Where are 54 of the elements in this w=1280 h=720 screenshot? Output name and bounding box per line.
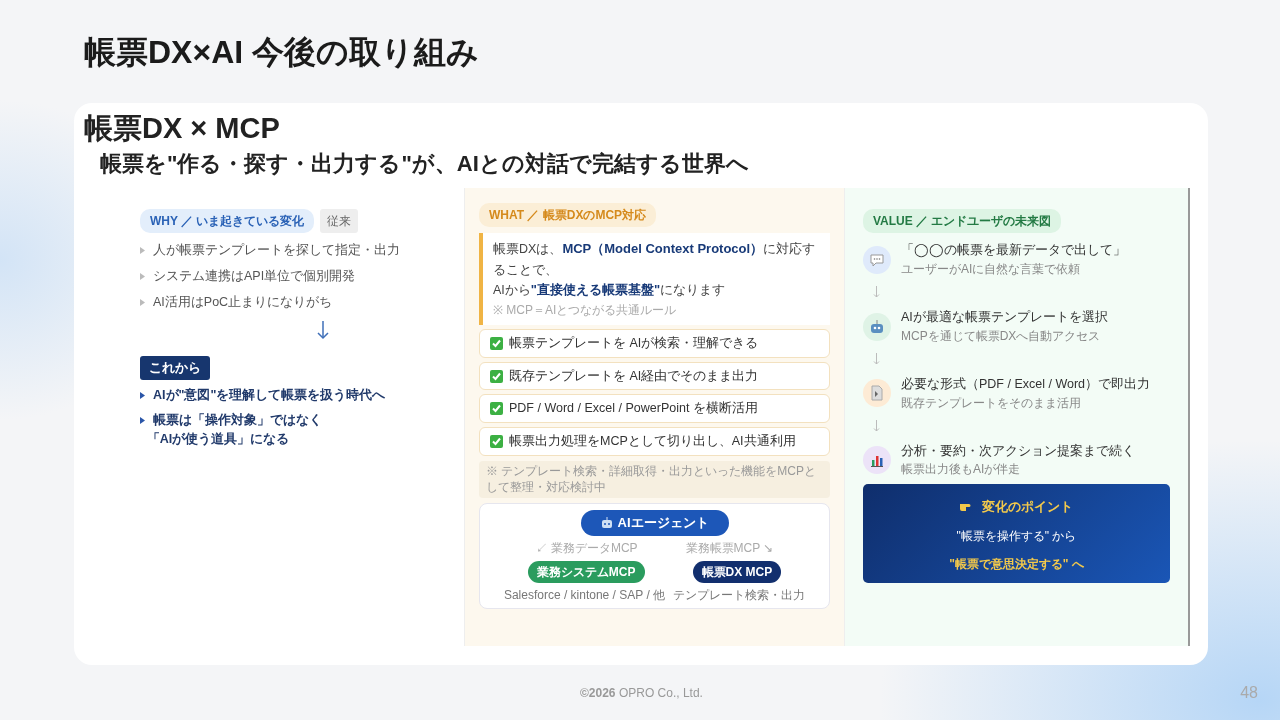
check-text: 帳票出力処理をMCPとして切り出し、AI共通利用 (509, 433, 796, 451)
point-text: "帳票で意思決定する" へ (948, 556, 1085, 574)
step-caption: 帳票出力後もAIが伴走 (901, 461, 1022, 479)
footnote: ※ テンプレート検索・詳細取得・出力といった機能をMCPとして整理・対応検討中 (479, 461, 830, 499)
connector-label: ↙ 業務データMCP (535, 539, 638, 557)
note-text: ※ MCP＝AIとつながる共通ルール (493, 302, 678, 319)
check-text: PDF / Word / Excel / PowerPoint を横断活用 (509, 400, 758, 418)
card-subheading: 帳票を"作る・探す・出力する"が、AIとの対話で完結する世界へ (99, 149, 750, 178)
point-title: 変化のポイント (982, 497, 1073, 516)
step-title: AIが最適な帳票テンプレートを選択 (901, 309, 1108, 327)
point-text: "帳票を操作する" から (955, 528, 1078, 546)
agent-label: AIエージェント (617, 514, 709, 533)
step-caption: MCPを通じて帳票DXへ自動アクセス (901, 327, 1102, 345)
system-node: 業務システムMCP (527, 560, 645, 583)
list-item: システム連携はAPI単位で個別開発 (153, 268, 356, 286)
copyright-text: ©2026 OPRO Co., Ltd. (580, 684, 703, 702)
list-item: 人が帳票テンプレートを探して指定・出力 (153, 242, 400, 260)
section-tag: WHY ／ いま起きている変化 (140, 209, 315, 234)
robot-icon (869, 318, 885, 335)
card-heading: 帳票DX × MCP (84, 111, 281, 146)
node-caption: テンプレート検索・出力 (673, 586, 806, 604)
list-item-line: AIが"意図"を理解して帳票を扱う時代へ (153, 387, 386, 405)
speech-bubble-icon (869, 251, 885, 268)
slide-title: 帳票DX×AI 今後の取り組み (83, 33, 481, 72)
robot-icon (600, 516, 613, 529)
intro-text: 帳票DXは、MCP（Model Context Protocol）に対応することで、 AIから"直接使える帳票基盤"になります (493, 240, 817, 300)
step-caption: 既存テンプレートをそのまま活用 (901, 394, 1082, 412)
check-text: 既存テンプレートを AI経由でそのまま出力 (509, 367, 759, 385)
down-arrow-icon (873, 286, 880, 299)
triangle-bullet-icon (140, 417, 145, 425)
triangle-bullet-icon (140, 298, 145, 306)
step-caption: ユーザーがAIに自然な言葉で依頼 (901, 261, 1082, 279)
list-item-line: 「AIが使う道具」になる (146, 430, 291, 448)
section-tag: WHAT ／ 帳票DXのMCP対応 (479, 203, 657, 228)
list-item-line: 帳票は「操作対象」ではなく (153, 411, 322, 430)
step-title: 「◯◯の帳票を最新データで出して」 (901, 242, 1126, 260)
future-label: これから (140, 355, 210, 381)
document-icon (869, 385, 885, 402)
step-title: 必要な形式（PDF / Excel / Word）で即出力 (901, 375, 1151, 393)
legacy-badge: 従来 (320, 209, 359, 234)
section-tag: VALUE ／ エンドユーザの未来図 (863, 209, 1062, 234)
page-number: 48 (1240, 682, 1258, 703)
list-item: AI活用はPoC止まりになりがち (153, 293, 333, 311)
triangle-bullet-icon (140, 247, 145, 255)
step-title: 分析・要約・次アクション提案まで続く (901, 442, 1135, 460)
dx-node: 帳票DX MCP (692, 560, 782, 583)
triangle-bullet-icon (140, 273, 145, 280)
down-arrow-icon (317, 319, 329, 340)
down-arrow-icon (873, 352, 880, 365)
node-caption: Salesforce / kintone / SAP / 他 (503, 586, 666, 604)
connector-label: 業務帳票MCP ↘ (685, 539, 774, 557)
down-arrow-icon (873, 419, 880, 432)
check-text: 帳票テンプレートを AIが検索・理解できる (509, 335, 759, 352)
triangle-bullet-icon (140, 392, 145, 400)
